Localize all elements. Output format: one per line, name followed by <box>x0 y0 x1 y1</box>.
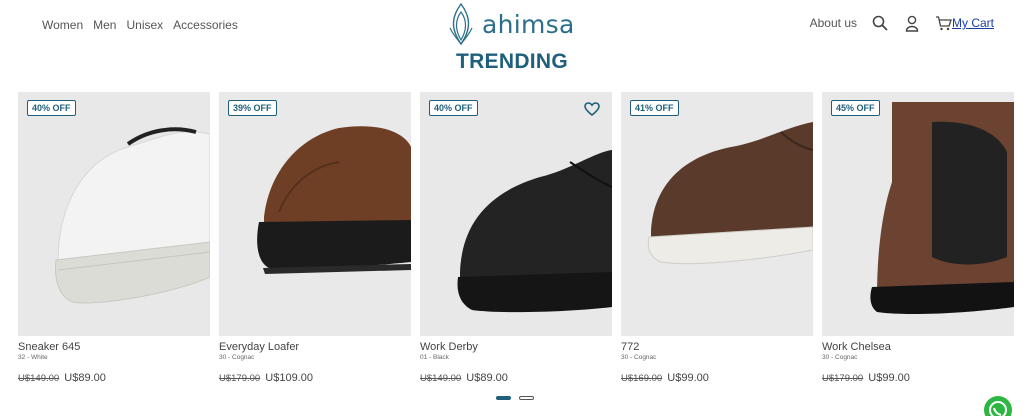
product-card[interactable]: 40% OFF Sneaker 645 32 - White U$149.00 … <box>18 92 210 392</box>
nav-men[interactable]: Men <box>93 18 116 32</box>
product-variant: 30 - Cognac <box>822 354 858 361</box>
discount-badge: 40% OFF <box>429 100 478 116</box>
product-card[interactable]: 45% OFF Work Chelsea 30 - Cognac U$179.0… <box>822 92 1014 392</box>
product-variant: 32 - White <box>18 354 48 361</box>
product-price: U$179.00 U$99.00 <box>822 372 910 384</box>
discount-badge: 45% OFF <box>831 100 880 116</box>
product-name[interactable]: 772 <box>621 341 639 353</box>
product-name[interactable]: Work Chelsea <box>822 341 891 353</box>
site-header: Women Men Unisex Accessories ahimsa Abou… <box>0 0 1024 50</box>
sale-price: U$109.00 <box>265 372 313 384</box>
original-price: U$179.00 <box>822 373 864 384</box>
product-price: U$149.00 U$89.00 <box>18 372 106 384</box>
product-variant: 30 - Cognac <box>219 354 255 361</box>
logo-text: ahimsa <box>482 9 575 39</box>
product-card[interactable]: 39% OFF Everyday Loafer 30 - Cognac U$17… <box>219 92 411 392</box>
carousel-dot-2[interactable] <box>519 396 534 400</box>
discount-badge: 41% OFF <box>630 100 679 116</box>
discount-badge: 40% OFF <box>27 100 76 116</box>
nav-accessories[interactable]: Accessories <box>173 18 238 32</box>
sale-price: U$89.00 <box>64 372 106 384</box>
cart-label: My Cart <box>952 16 994 30</box>
product-image[interactable]: 40% OFF <box>420 92 612 336</box>
about-us-link[interactable]: About us <box>810 16 857 30</box>
product-name[interactable]: Everyday Loafer <box>219 341 299 353</box>
nav-women[interactable]: Women <box>42 18 83 32</box>
product-name[interactable]: Sneaker 645 <box>18 341 80 353</box>
original-price: U$149.00 <box>18 373 60 384</box>
section-title: TRENDING <box>455 50 569 73</box>
sale-price: U$89.00 <box>466 372 508 384</box>
user-icon[interactable] <box>903 14 921 32</box>
whatsapp-icon[interactable] <box>984 396 1012 416</box>
sale-price: U$99.00 <box>667 372 709 384</box>
product-price: U$179.00 U$109.00 <box>219 372 313 384</box>
product-image[interactable]: 45% OFF <box>822 92 1014 336</box>
product-image[interactable]: 41% OFF <box>621 92 813 336</box>
product-card[interactable]: 40% OFF Work Derby 01 - Black U$149.00 U… <box>420 92 612 392</box>
my-cart-link[interactable]: My Cart <box>935 15 994 31</box>
original-price: U$169.00 <box>621 373 663 384</box>
product-image[interactable]: 39% OFF <box>219 92 411 336</box>
sale-price: U$99.00 <box>868 372 910 384</box>
product-card[interactable]: 41% OFF 772 30 - Cognac U$169.00 U$99.00 <box>621 92 813 392</box>
carousel-pagination <box>496 396 534 400</box>
heart-icon[interactable] <box>584 102 600 121</box>
original-price: U$179.00 <box>219 373 261 384</box>
product-variant: 01 - Black <box>420 354 449 361</box>
product-image[interactable]: 40% OFF <box>18 92 210 336</box>
product-price: U$149.00 U$89.00 <box>420 372 508 384</box>
main-nav: Women Men Unisex Accessories <box>42 18 238 32</box>
product-price: U$169.00 U$99.00 <box>621 372 709 384</box>
discount-badge: 39% OFF <box>228 100 277 116</box>
original-price: U$149.00 <box>420 373 462 384</box>
search-icon[interactable] <box>871 14 889 32</box>
brand-logo[interactable]: ahimsa <box>446 2 575 46</box>
product-carousel: 40% OFF Sneaker 645 32 - White U$149.00 … <box>18 92 1024 392</box>
product-variant: 30 - Cognac <box>621 354 657 361</box>
lotus-logo-icon <box>449 2 473 46</box>
carousel-dot-1[interactable] <box>496 396 511 400</box>
header-actions: About us My Cart <box>810 14 994 32</box>
nav-unisex[interactable]: Unisex <box>126 18 163 32</box>
product-name[interactable]: Work Derby <box>420 341 478 353</box>
cart-icon <box>936 15 952 30</box>
